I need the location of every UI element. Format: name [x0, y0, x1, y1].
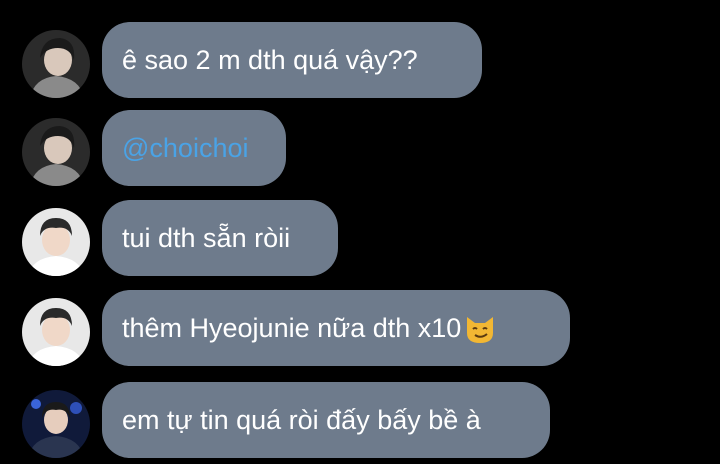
- message-row: em tự tin quá ròi đấy bấy bề à: [0, 382, 720, 458]
- message-bubble[interactable]: em tự tin quá ròi đấy bấy bề à: [102, 382, 550, 458]
- message-bubble[interactable]: ê sao 2 m dth quá vậy??: [102, 22, 482, 98]
- message-bubble[interactable]: @choichoi: [102, 110, 286, 186]
- avatar[interactable]: [22, 30, 90, 98]
- message-row: thêm Hyeojunie nữa dth x10: [0, 290, 720, 366]
- message-text: tui dth sẵn ròii: [122, 222, 291, 253]
- avatar[interactable]: [22, 208, 90, 276]
- avatar[interactable]: [22, 298, 90, 366]
- chat-thread: ê sao 2 m dth quá vậy?? @choichoi tui dt…: [0, 0, 720, 464]
- message-bubble[interactable]: tui dth sẵn ròii: [102, 200, 338, 276]
- message-bubble[interactable]: thêm Hyeojunie nữa dth x10: [102, 290, 570, 366]
- avatar-image: [22, 298, 90, 366]
- message-row: tui dth sẵn ròii: [0, 200, 720, 276]
- message-text: ê sao 2 m dth quá vậy??: [122, 44, 418, 75]
- avatar[interactable]: [22, 390, 90, 458]
- message-text: em tự tin quá ròi đấy bấy bề à: [122, 404, 481, 435]
- smirking-cat-icon: [463, 311, 497, 345]
- avatar-image: [22, 118, 90, 186]
- avatar[interactable]: [22, 118, 90, 186]
- avatar-image: [22, 30, 90, 98]
- mention-link[interactable]: @choichoi: [122, 133, 248, 164]
- avatar-image: [22, 390, 90, 458]
- message-row: @choichoi: [0, 110, 720, 186]
- message-row: ê sao 2 m dth quá vậy??: [0, 22, 720, 98]
- avatar-image: [22, 208, 90, 276]
- message-text: thêm Hyeojunie nữa dth x10: [122, 312, 462, 343]
